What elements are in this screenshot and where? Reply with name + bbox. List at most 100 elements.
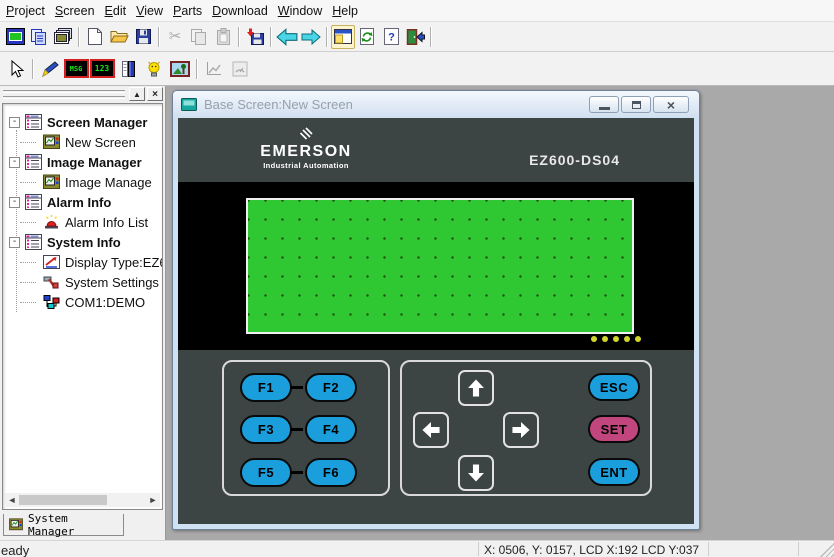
menu-window[interactable]: Window (273, 2, 327, 20)
text-pen-icon (41, 60, 59, 78)
lcd-edit-canvas[interactable] (246, 198, 634, 334)
scroll-right-icon[interactable]: ► (147, 493, 159, 507)
tree-item-alarm-info-list[interactable]: Alarm Info List (7, 212, 162, 232)
collapse-panel-button[interactable]: ▲ (129, 87, 145, 101)
menu-parts[interactable]: Parts (168, 2, 207, 20)
key-left (413, 412, 449, 448)
scroll-left-icon[interactable]: ◄ (6, 493, 18, 507)
tab-system-manager[interactable]: System Manager (3, 514, 124, 536)
collapse-expander-icon[interactable]: - (9, 117, 20, 128)
paste-button[interactable] (211, 25, 235, 49)
exit-button[interactable] (403, 25, 427, 49)
screen-manager-panel-button[interactable] (331, 25, 355, 49)
collapse-expander-icon[interactable]: - (9, 157, 20, 168)
save-button[interactable] (131, 25, 155, 49)
tree-item-label: System Info (47, 235, 121, 250)
tree-item-alarm-info[interactable]: - Alarm Info (7, 192, 162, 212)
maximize-icon (632, 101, 641, 109)
number-display-icon: 123 (90, 59, 115, 78)
back-arrow-icon (276, 26, 298, 48)
window-controls: × (589, 96, 689, 113)
toolbar-separator (326, 27, 328, 47)
tree-item-image-manage[interactable]: Image Manage (7, 172, 162, 192)
register-book-button[interactable] (115, 56, 141, 82)
menu-help[interactable]: Help (327, 2, 363, 20)
window-title-bar[interactable]: Base Screen:New Screen × (173, 91, 699, 117)
key-right (503, 412, 539, 448)
function-key-group: F1 F2 F3 F4 F5 F6 (222, 360, 390, 496)
lamp-button[interactable] (141, 56, 167, 82)
svg-text:?: ? (388, 32, 395, 44)
maximize-button[interactable] (621, 96, 651, 113)
tree-item-com1[interactable]: COM1:DEMO (7, 292, 162, 312)
tree-item-label: Screen Manager (47, 115, 147, 130)
parts-toolbar: MSG 123 (0, 52, 834, 86)
text-pen-button[interactable] (37, 56, 63, 82)
menu-download[interactable]: Download (207, 2, 273, 20)
right-arrow-icon (510, 419, 532, 441)
cut-button[interactable]: ✂ (163, 25, 187, 49)
tree-horizontal-scrollbar[interactable]: ◄ ► (5, 493, 160, 507)
left-arrow-icon (420, 419, 442, 441)
tree-item-system-info[interactable]: - System Info (7, 232, 162, 252)
new-file-button[interactable] (83, 25, 107, 49)
forward-button[interactable] (299, 25, 323, 49)
menu-view[interactable]: View (131, 2, 168, 20)
back-button[interactable] (275, 25, 299, 49)
lamp-icon (146, 60, 162, 78)
key-f6: F6 (305, 458, 357, 487)
minimize-button[interactable] (589, 96, 619, 113)
led-dot (624, 336, 630, 342)
screen-stack-icon (54, 28, 73, 45)
download-button[interactable] (243, 25, 267, 49)
resize-grip[interactable] (820, 543, 834, 557)
tree-item-system-settings[interactable]: System Settings (7, 272, 162, 292)
tree-item-label: COM1:DEMO (65, 295, 145, 310)
toolbar-separator (270, 27, 272, 47)
open-file-button[interactable] (107, 25, 131, 49)
meter-button[interactable] (227, 56, 253, 82)
panel-gripper[interactable] (3, 96, 125, 99)
copy-screen-button[interactable] (27, 25, 51, 49)
tree-item-display-type[interactable]: Display Type:EZ6 (7, 252, 162, 272)
device-keypad: F1 F2 F3 F4 F5 F6 (178, 350, 694, 524)
hmi-device-preview: EMERSON Industrial Automation EZ600-DS04 (178, 118, 694, 524)
refresh-button[interactable] (355, 25, 379, 49)
image-part-button[interactable] (167, 56, 193, 82)
menu-project[interactable]: Project (1, 2, 50, 20)
screen-manager-panel-icon (334, 29, 352, 44)
image-part-icon (170, 61, 190, 77)
emerson-logo: EMERSON Industrial Automation (248, 127, 364, 170)
screen-stack-button[interactable] (51, 25, 75, 49)
trend-graph-button[interactable] (201, 56, 227, 82)
menu-edit[interactable]: Edit (100, 2, 132, 20)
tree-item-image-manager[interactable]: - Image Manager (7, 152, 162, 172)
panel-gripper[interactable] (3, 90, 125, 93)
navigation-key-group: ESC SET ENT (400, 360, 652, 496)
tree-item-label: Alarm Info List (65, 215, 148, 230)
help-button[interactable]: ? (379, 25, 403, 49)
tree-item-new-screen[interactable]: New Screen (7, 132, 162, 152)
copy-button[interactable] (187, 25, 211, 49)
collapse-expander-icon[interactable]: - (9, 197, 20, 208)
paste-icon (216, 28, 231, 46)
number-display-button[interactable]: 123 (89, 56, 115, 82)
com-port-icon (43, 294, 60, 310)
message-display-button[interactable]: MSG (63, 56, 89, 82)
select-cursor-button[interactable] (3, 56, 29, 82)
close-button[interactable]: × (653, 96, 689, 113)
key-f3: F3 (240, 415, 292, 444)
close-panel-button[interactable]: × (147, 87, 163, 101)
select-cursor-icon (8, 60, 24, 78)
meter-icon (232, 61, 248, 77)
up-arrow-icon (465, 377, 487, 399)
tree-item-screen-manager[interactable]: - Screen Manager (7, 112, 162, 132)
menu-screen[interactable]: Screen (50, 2, 100, 20)
register-book-icon (120, 60, 136, 78)
new-screen-button[interactable] (3, 25, 27, 49)
project-tree: - Screen Manager New Screen - Image Mana… (2, 103, 163, 510)
tree-item-label: Image Manage (65, 175, 152, 190)
collapse-expander-icon[interactable]: - (9, 237, 20, 248)
menu-bar: Project Screen Edit View Parts Download … (0, 0, 834, 22)
scrollbar-thumb[interactable] (19, 495, 107, 505)
